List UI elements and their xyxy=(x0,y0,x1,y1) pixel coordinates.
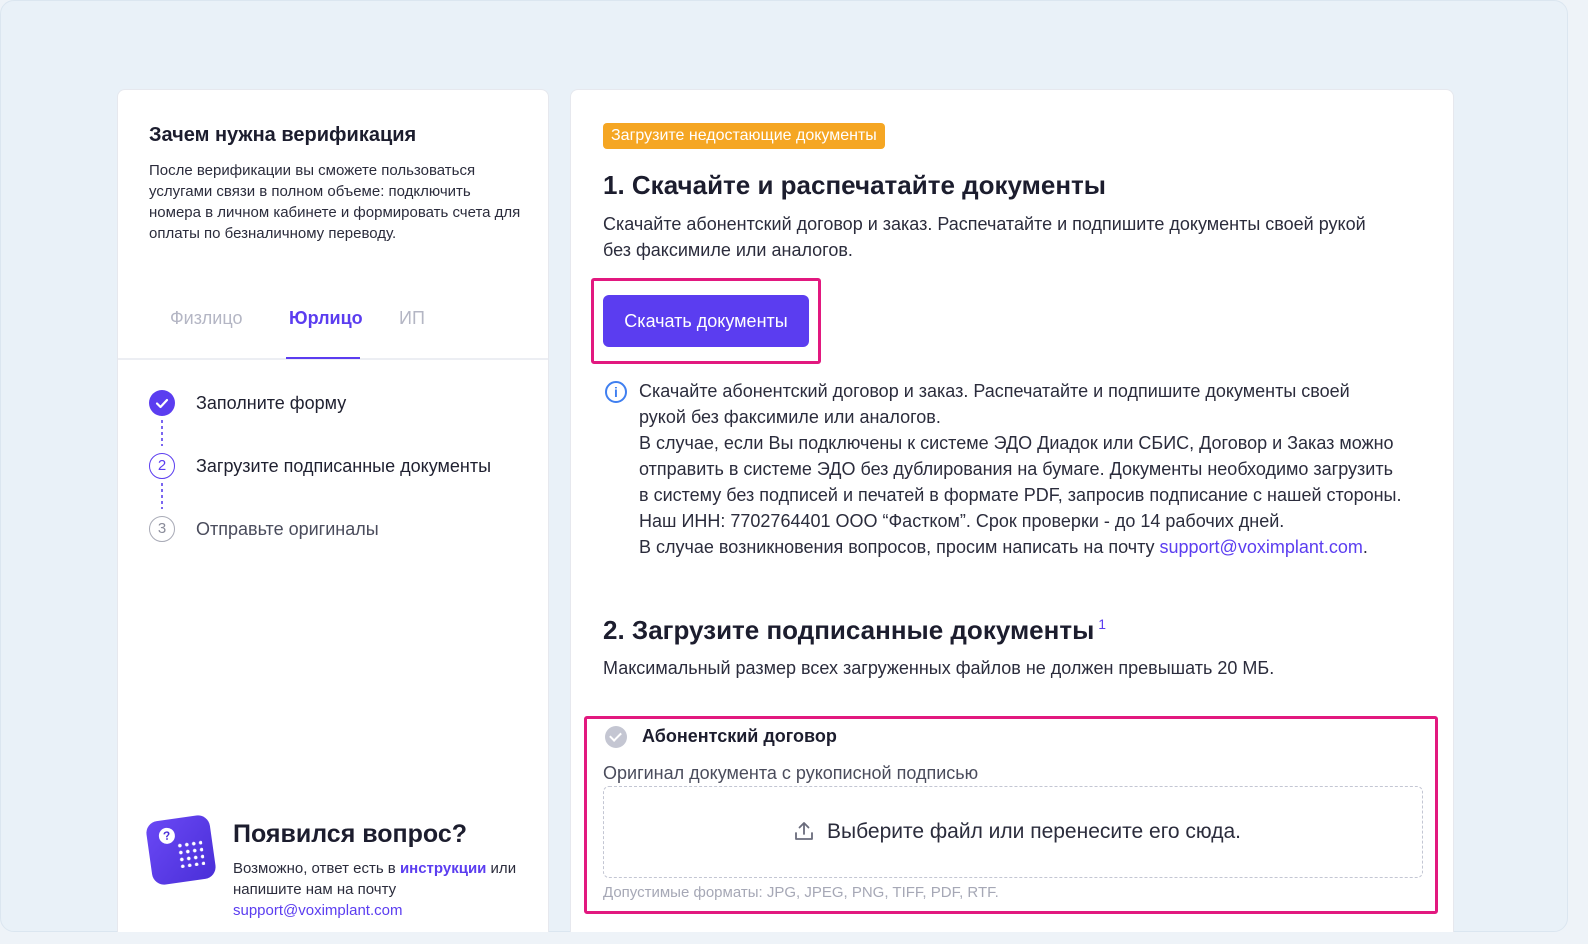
info-text: Скачайте абонентский договор и заказ. Ра… xyxy=(639,378,1429,560)
info-line: отправить в системе ЭДО без дублирования… xyxy=(639,459,1393,479)
footnote-marker[interactable]: 1 xyxy=(1098,616,1106,632)
help-text: Возможно, ответ есть в инструкции или на… xyxy=(233,858,533,921)
tab-sole-proprietor[interactable]: ИП xyxy=(399,308,425,358)
allowed-formats: Допустимые форматы: JPG, JPEG, PNG, TIFF… xyxy=(603,884,999,901)
instructions-link[interactable]: инструкции xyxy=(400,860,486,877)
file-dropzone[interactable]: Выберите файл или перенесите его сюда. xyxy=(603,786,1423,878)
download-documents-button[interactable]: Скачать документы xyxy=(603,295,809,347)
support-email-link[interactable]: support@voximplant.com xyxy=(233,902,402,919)
tab-individual[interactable]: Физлицо xyxy=(170,308,242,358)
check-icon xyxy=(149,390,175,416)
section2-title-text: 2. Загрузите подписанные документы xyxy=(603,615,1095,645)
step-number: 2 xyxy=(149,453,175,479)
support-email-link[interactable]: support@voximplant.com xyxy=(1160,537,1363,557)
help-title: Появился вопрос? xyxy=(233,820,468,848)
step-label: Заполните форму xyxy=(196,393,347,413)
info-line: Наш ИНН: 7702764401 ООО “Фастком”. Срок … xyxy=(639,511,1285,531)
documents-panel: Загрузите недостающие документы 1. Скача… xyxy=(570,89,1454,932)
section1-text-line: без факсимиле или аналогов. xyxy=(603,240,853,260)
info-line: в систему без подписей и печатей в форма… xyxy=(639,485,1402,505)
section1-text-line: Скачайте абонентский договор и заказ. Ра… xyxy=(603,214,1366,234)
info-line: рукой без факсимиле или аналогов. xyxy=(639,407,941,427)
info-last-line-text: В случае возникновения вопросов, просим … xyxy=(639,537,1160,557)
help-box: ? Появился вопрос? Возможно, ответ есть … xyxy=(144,813,539,928)
active-tab-indicator xyxy=(286,357,360,359)
period: . xyxy=(1362,537,1368,557)
size-limit-text: Максимальный размер всех загруженных фай… xyxy=(603,658,1275,678)
dropzone-text: Выберите файл или перенесите его сюда. xyxy=(827,820,1241,843)
document-title: Абонентский договор xyxy=(642,726,837,746)
check-icon xyxy=(605,726,627,748)
section2-title: 2. Загрузите подписанные документы 1 xyxy=(603,615,1106,646)
info-line: В случае, если Вы подключены к системе Э… xyxy=(639,433,1394,453)
document-subtitle: Оригинал документа с рукописной подписью xyxy=(603,763,979,783)
step-label: Отправьте оригиналы xyxy=(196,519,379,539)
section1-title: 1. Скачайте и распечатайте документы xyxy=(603,170,1106,200)
info-line: В случае возникновения вопросов, просим … xyxy=(639,534,1429,560)
verification-sidebar: Зачем нужна верификация После верификаци… xyxy=(117,89,549,932)
step-number: 3 xyxy=(149,516,175,542)
info-icon: i xyxy=(605,381,627,403)
step-connector xyxy=(161,420,163,446)
entity-tabs: Физлицо Юрлицо ИП xyxy=(118,300,548,360)
help-question-icon: ? xyxy=(144,813,218,887)
step-connector xyxy=(161,483,163,509)
section1-text: Скачайте абонентский договор и заказ. Ра… xyxy=(603,211,1366,263)
missing-documents-badge: Загрузите недостающие документы xyxy=(603,123,885,149)
help-text-before: Возможно, ответ есть в xyxy=(233,860,400,877)
why-title: Зачем нужна верификация xyxy=(149,124,417,146)
upload-icon xyxy=(795,822,813,840)
info-line: Скачайте абонентский договор и заказ. Ра… xyxy=(639,381,1350,401)
step-label: Загрузите подписанные документы xyxy=(196,456,492,476)
tab-legal-entity[interactable]: Юрлицо xyxy=(289,308,363,358)
why-text: После верификации вы сможете пользоватьс… xyxy=(149,162,521,242)
